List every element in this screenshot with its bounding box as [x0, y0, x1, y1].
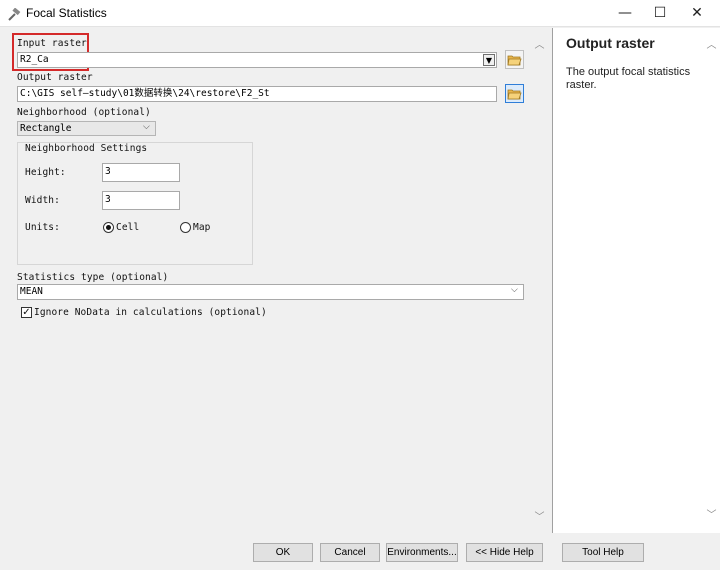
help-text: The output focal statistics raster. — [566, 66, 691, 91]
close-button[interactable]: ✕ — [680, 0, 714, 27]
title-bar: Focal Statistics — ☐ ✕ — [0, 0, 720, 27]
statistics-type-label: Statistics type (optional) — [17, 272, 169, 283]
chevron-down-icon[interactable]: ⌵ — [143, 122, 150, 132]
neighborhood-label: Neighborhood (optional) — [17, 107, 151, 118]
height-input[interactable]: 3 — [102, 163, 180, 182]
units-map-radio[interactable] — [180, 222, 191, 233]
units-map-label[interactable]: Map — [193, 222, 210, 233]
output-raster-field[interactable]: C:\GIS self—study\01数据转换\24\restore\F2_S… — [17, 86, 497, 102]
height-label: Height: — [25, 167, 66, 178]
folder-open-icon — [507, 55, 522, 66]
units-cell-radio[interactable] — [103, 222, 114, 233]
input-raster-label: Input raster — [17, 38, 87, 49]
help-pane: ︿ ﹀ — [552, 28, 720, 533]
units-cell-label[interactable]: Cell — [116, 222, 139, 233]
help-scroll-up-icon[interactable]: ︿ — [703, 36, 720, 51]
statistics-type-value: MEAN — [20, 286, 43, 297]
height-value: 3 — [105, 166, 111, 177]
hammer-icon — [7, 7, 21, 21]
neighborhood-select[interactable]: Rectangle — [17, 121, 156, 136]
parameters-scrollbar[interactable]: ︿ ﹀ — [531, 30, 548, 530]
scroll-up-icon[interactable]: ︿ — [531, 36, 548, 51]
width-value: 3 — [105, 194, 111, 205]
tool-help-button[interactable]: Tool Help — [562, 543, 644, 562]
maximize-button[interactable]: ☐ — [643, 0, 677, 27]
neighborhood-settings-title: Neighborhood Settings — [25, 143, 148, 154]
hide-help-button[interactable]: << Hide Help — [466, 543, 543, 562]
chevron-down-icon[interactable]: ▼ — [483, 54, 495, 66]
ignore-nodata-label[interactable]: Ignore NoData in calculations (optional) — [34, 307, 267, 318]
browse-output-button[interactable] — [505, 84, 524, 103]
window-title: Focal Statistics — [26, 6, 107, 20]
environments-button[interactable]: Environments... — [386, 543, 458, 562]
output-raster-value: C:\GIS self—study\01数据转换\24\restore\F2_S… — [20, 88, 270, 99]
cancel-button[interactable]: Cancel — [320, 543, 380, 562]
ignore-nodata-checkbox[interactable]: ✓ — [21, 307, 32, 318]
ok-button[interactable]: OK — [253, 543, 313, 562]
browse-input-button[interactable] — [505, 50, 524, 69]
units-label: Units: — [25, 222, 60, 233]
input-raster-field[interactable]: R2_Ca — [17, 52, 497, 68]
help-title: Output raster — [566, 35, 655, 51]
chevron-down-icon[interactable]: ⌵ — [511, 285, 518, 295]
statistics-type-select[interactable]: MEAN — [17, 284, 524, 300]
width-input[interactable]: 3 — [102, 191, 180, 210]
folder-open-icon — [507, 89, 522, 100]
input-raster-value: R2_Ca — [20, 54, 49, 65]
output-raster-label: Output raster — [17, 72, 93, 83]
scroll-down-icon[interactable]: ﹀ — [531, 508, 548, 523]
neighborhood-value: Rectangle — [20, 123, 72, 134]
help-scroll-down-icon[interactable]: ﹀ — [703, 506, 720, 521]
width-label: Width: — [25, 195, 60, 206]
minimize-button[interactable]: — — [608, 0, 642, 27]
